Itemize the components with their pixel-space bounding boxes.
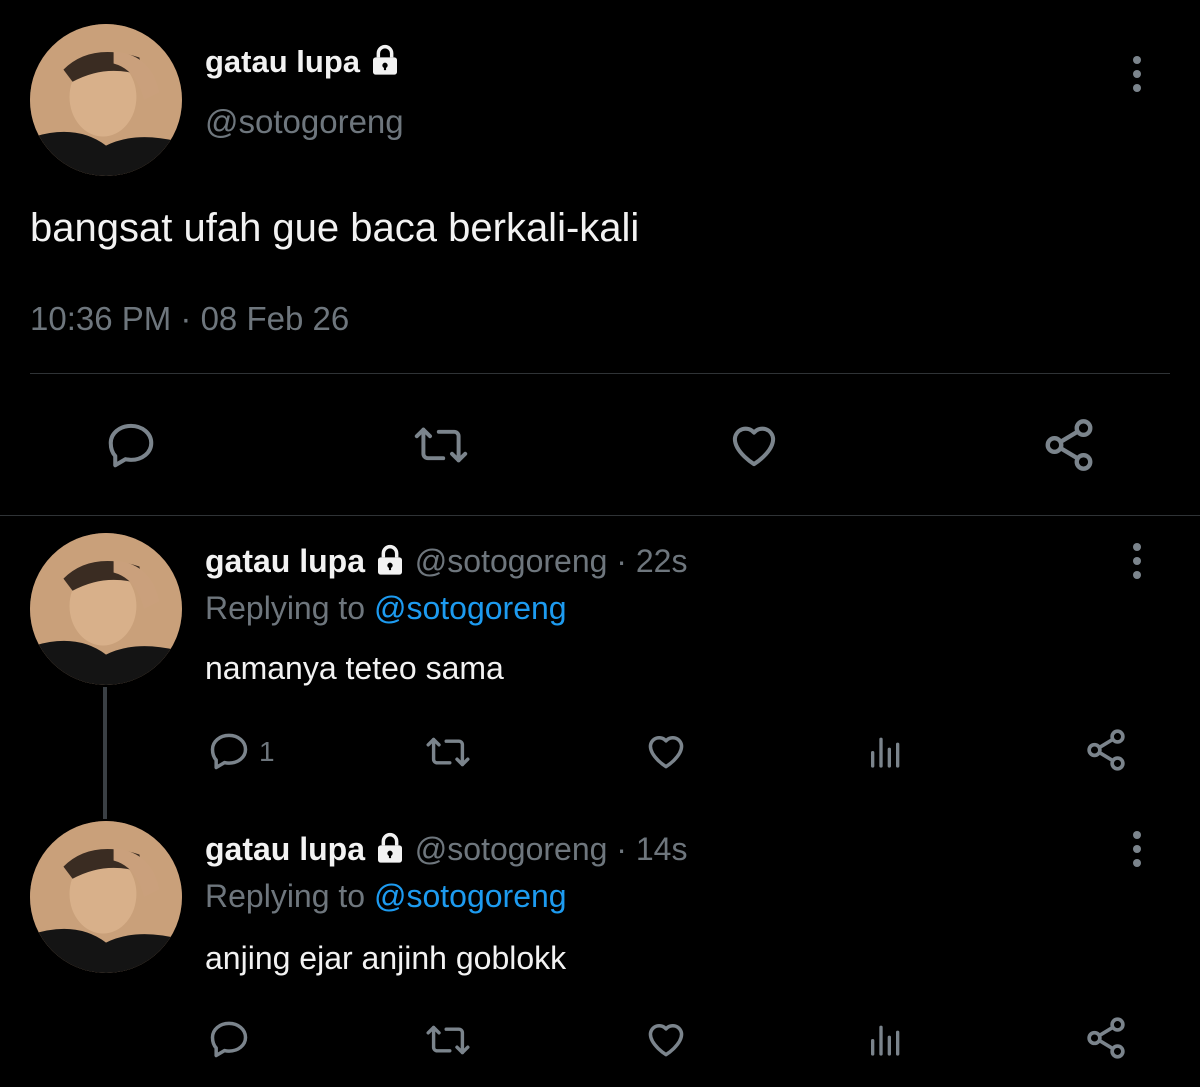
- retweet-icon[interactable]: [408, 418, 474, 472]
- like-icon[interactable]: [726, 418, 782, 472]
- divider: [0, 515, 1200, 516]
- more-icon[interactable]: [1131, 543, 1143, 579]
- thread-line: [103, 687, 107, 819]
- reply-count: 1: [259, 736, 275, 767]
- retweet-icon[interactable]: [421, 730, 475, 774]
- display-name[interactable]: gatau lupa: [205, 44, 401, 84]
- replying-handle-link[interactable]: @sotogoreng: [374, 590, 567, 626]
- reply-text: namanya teteo sama: [205, 650, 504, 686]
- lock-icon: [369, 44, 401, 84]
- replying-prefix: Replying to: [205, 590, 366, 626]
- more-icon[interactable]: [1131, 831, 1143, 867]
- replying-prefix: Replying to: [205, 878, 366, 914]
- replying-to: Replying to @sotogoreng: [205, 590, 567, 627]
- views-icon[interactable]: [866, 731, 906, 771]
- reply-icon[interactable]: [104, 418, 158, 472]
- tweet-timestamp[interactable]: 10:36 PM · 08 Feb 26: [30, 300, 349, 338]
- replying-handle-link[interactable]: @sotogoreng: [374, 878, 567, 914]
- reply-age: · 14s: [616, 831, 688, 867]
- avatar[interactable]: [30, 821, 182, 973]
- lock-icon: [374, 544, 406, 584]
- retweet-icon[interactable]: [421, 1018, 475, 1062]
- avatar[interactable]: [30, 24, 182, 176]
- like-icon[interactable]: [642, 729, 690, 773]
- user-handle[interactable]: @sotogoreng: [415, 831, 608, 867]
- replying-to: Replying to @sotogoreng: [205, 878, 567, 915]
- reply-icon[interactable]: [207, 729, 251, 773]
- avatar[interactable]: [30, 533, 182, 685]
- divider: [30, 373, 1170, 374]
- reply-header: gatau lupa @sotogoreng · 14s: [205, 831, 687, 872]
- share-icon[interactable]: [1083, 1015, 1129, 1061]
- reply-text: anjing ejar anjinh goblokk: [205, 940, 567, 976]
- tweet-text: bangsat ufah gue baca berkali-kali: [30, 206, 640, 250]
- user-handle[interactable]: @sotogoreng: [205, 103, 404, 141]
- like-icon[interactable]: [642, 1017, 690, 1061]
- display-name[interactable]: gatau lupa: [205, 543, 365, 579]
- user-handle[interactable]: @sotogoreng: [415, 543, 608, 579]
- lock-icon: [374, 832, 406, 872]
- views-icon[interactable]: [866, 1019, 906, 1059]
- reply-header: gatau lupa @sotogoreng · 22s: [205, 543, 687, 584]
- display-name[interactable]: gatau lupa: [205, 831, 365, 867]
- share-icon[interactable]: [1083, 727, 1129, 773]
- more-icon[interactable]: [1131, 56, 1143, 92]
- share-icon[interactable]: [1040, 416, 1098, 474]
- reply-icon[interactable]: [207, 1017, 251, 1061]
- reply-age: · 22s: [616, 543, 688, 579]
